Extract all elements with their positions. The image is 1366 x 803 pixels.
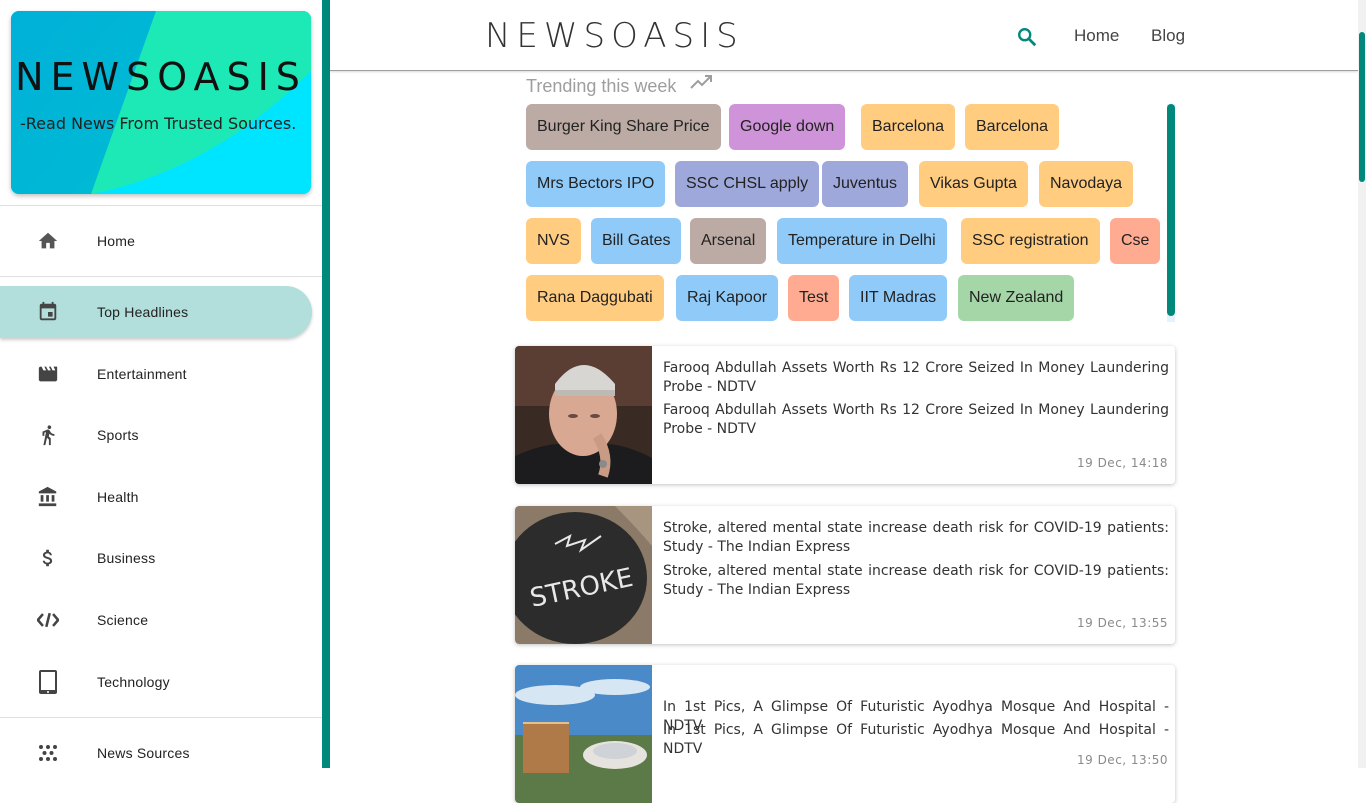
trending-chip[interactable]: Barcelona bbox=[965, 104, 1060, 150]
trending-chip[interactable]: IIT Madras bbox=[849, 275, 948, 321]
divider bbox=[0, 276, 322, 277]
sidebar-item-label: Health bbox=[97, 489, 139, 505]
trending-chip[interactable]: Arsenal bbox=[690, 218, 767, 264]
brand-card: NEWSOASIS -Read News From Trusted Source… bbox=[11, 11, 311, 194]
page-scrollbar-thumb[interactable] bbox=[1359, 32, 1365, 182]
brand-title: NEWSOASIS bbox=[15, 55, 307, 99]
trending-chip[interactable]: Juventus bbox=[822, 161, 909, 207]
trending-chip[interactable]: Navodaya bbox=[1039, 161, 1134, 207]
trending-up-icon bbox=[690, 74, 714, 94]
news-card[interactable]: Farooq Abdullah Assets Worth Rs 12 Crore… bbox=[515, 346, 1175, 484]
sidebar-item-label: Sports bbox=[97, 427, 139, 443]
news-image bbox=[515, 665, 652, 803]
sidebar-item-label: Technology bbox=[97, 674, 170, 690]
trending-chip[interactable]: Cse bbox=[1110, 218, 1161, 264]
dollar-icon bbox=[37, 547, 59, 569]
header-title: NEWSOASIS bbox=[485, 16, 744, 56]
calendar-icon bbox=[37, 301, 59, 323]
sidebar-border bbox=[322, 0, 330, 768]
sidebar-item-label: News Sources bbox=[97, 745, 190, 761]
trending-chip[interactable]: SSC registration bbox=[961, 218, 1100, 264]
news-card[interactable]: In 1st Pics, A Glimpse Of Futuristic Ayo… bbox=[515, 665, 1175, 803]
sidebar-item-science[interactable]: Science bbox=[0, 594, 312, 646]
sidebar-item-entertainment[interactable]: Entertainment bbox=[0, 348, 312, 400]
sidebar-item-sports[interactable]: Sports bbox=[0, 409, 312, 461]
news-image: STROKE bbox=[515, 506, 652, 644]
news-image bbox=[515, 346, 652, 484]
header-link-blog[interactable]: Blog bbox=[1151, 26, 1185, 46]
top-header: NEWSOASIS Home Blog bbox=[330, 0, 1358, 71]
news-card[interactable]: STROKE Stroke, altered mental state incr… bbox=[515, 506, 1175, 644]
trending-chip[interactable]: Rana Daggubati bbox=[526, 275, 664, 321]
sidebar-item-label: Entertainment bbox=[97, 366, 187, 382]
trending-chip[interactable]: Google down bbox=[729, 104, 846, 150]
sidebar: NEWSOASIS -Read News From Trusted Source… bbox=[0, 0, 322, 768]
trending-chip[interactable]: NVS bbox=[526, 218, 581, 264]
sidebar-item-home[interactable]: Home bbox=[0, 215, 312, 267]
bank-icon bbox=[37, 486, 59, 508]
search-icon[interactable] bbox=[1016, 26, 1038, 48]
sidebar-item-news-sources[interactable]: News Sources bbox=[0, 727, 312, 779]
sidebar-item-business[interactable]: Business bbox=[0, 532, 312, 584]
news-description: Stroke, altered mental state increase de… bbox=[663, 563, 1169, 598]
news-time: 19 Dec, 13:50 bbox=[1076, 753, 1168, 767]
trending-chip[interactable]: Mrs Bectors IPO bbox=[526, 161, 666, 207]
news-description: Farooq Abdullah Assets Worth Rs 12 Crore… bbox=[663, 402, 1169, 437]
dots-icon bbox=[37, 742, 59, 764]
sidebar-item-label: Science bbox=[97, 612, 149, 628]
trending-chip[interactable]: Barcelona bbox=[861, 104, 956, 150]
sidebar-item-label: Top Headlines bbox=[97, 304, 189, 320]
sidebar-item-label: Business bbox=[97, 550, 156, 566]
trending-chip[interactable]: Raj Kapoor bbox=[676, 275, 779, 321]
sidebar-item-health[interactable]: Health bbox=[0, 471, 312, 523]
trending-chip[interactable]: Burger King Share Price bbox=[526, 104, 721, 150]
brand-tagline: -Read News From Trusted Sources. bbox=[20, 114, 297, 133]
trending-heading: Trending this week bbox=[526, 76, 677, 96]
sidebar-item-label: Home bbox=[97, 233, 136, 249]
trending-chip[interactable]: Temperature in Delhi bbox=[777, 218, 947, 264]
trending-chips: Burger King Share Price Google down Barc… bbox=[526, 104, 1166, 324]
brand-card-background bbox=[11, 11, 311, 194]
code-icon bbox=[37, 609, 59, 631]
tablet-icon bbox=[37, 670, 59, 694]
movie-icon bbox=[37, 363, 59, 385]
news-time: 19 Dec, 14:18 bbox=[1076, 456, 1168, 470]
home-icon bbox=[37, 230, 59, 252]
running-icon bbox=[37, 424, 59, 446]
news-time: 19 Dec, 13:55 bbox=[1076, 616, 1168, 630]
trending-chip[interactable]: Bill Gates bbox=[591, 218, 682, 264]
divider bbox=[0, 717, 322, 718]
news-title: Farooq Abdullah Assets Worth Rs 12 Crore… bbox=[663, 360, 1169, 395]
divider bbox=[0, 205, 322, 206]
trending-chip[interactable]: Vikas Gupta bbox=[919, 161, 1028, 207]
header-link-home[interactable]: Home bbox=[1074, 26, 1119, 46]
trending-chip[interactable]: SSC CHSL apply bbox=[675, 161, 820, 207]
news-title: Stroke, altered mental state increase de… bbox=[663, 520, 1169, 555]
trending-chip[interactable]: New Zealand bbox=[958, 275, 1075, 321]
sidebar-item-technology[interactable]: Technology bbox=[0, 656, 312, 708]
trending-chip[interactable]: Test bbox=[788, 275, 840, 321]
sidebar-item-top-headlines[interactable]: Top Headlines bbox=[0, 286, 312, 338]
trending-scrollbar-thumb[interactable] bbox=[1167, 104, 1175, 316]
